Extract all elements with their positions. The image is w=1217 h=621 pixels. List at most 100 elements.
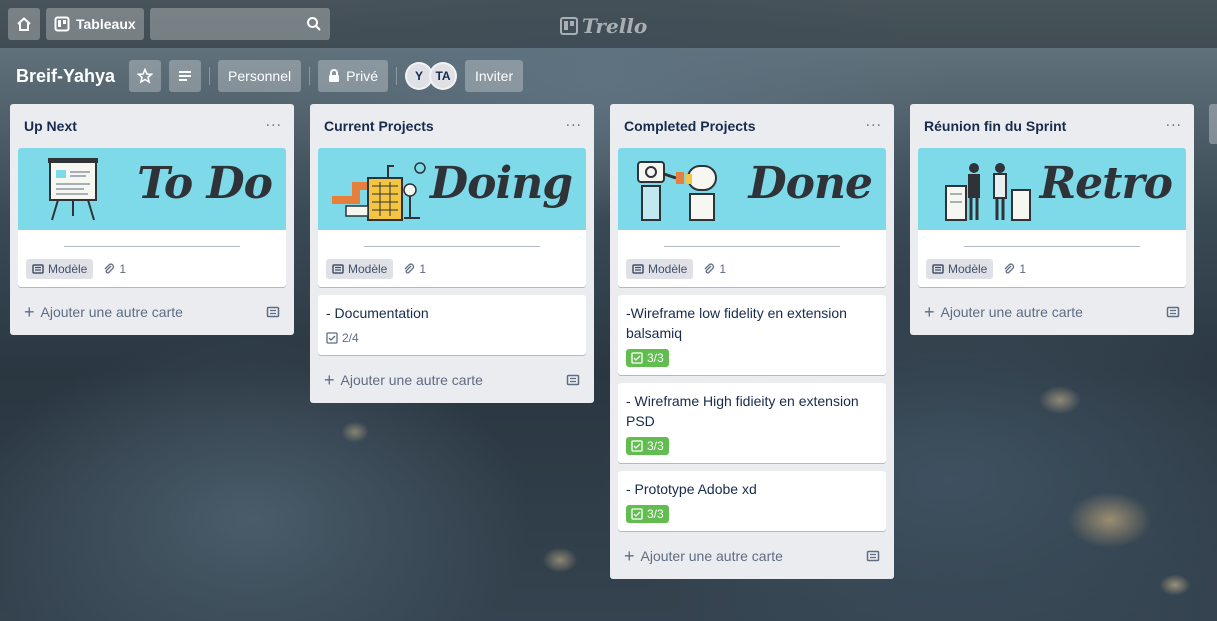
- robots-icon: [637, 161, 717, 221]
- invite-button[interactable]: Inviter: [465, 60, 524, 92]
- list-item[interactable]: - Documentation 2/4: [318, 295, 586, 355]
- list-title[interactable]: Current Projects: [324, 118, 434, 134]
- template-badge: Modèle: [626, 259, 694, 279]
- card-badges: Modèle 1: [918, 247, 1186, 287]
- add-card-label: Ajouter une autre carte: [640, 548, 783, 564]
- card-cover: Done: [618, 148, 886, 230]
- star-button[interactable]: [129, 60, 162, 92]
- list-header: Completed Projects ···: [618, 104, 886, 148]
- meeting-people-icon: [945, 163, 1031, 221]
- trello-logo[interactable]: Trello: [560, 14, 647, 38]
- avatar[interactable]: TA: [429, 62, 457, 90]
- template-icon[interactable]: [1166, 305, 1180, 319]
- attachment-count: 1: [1019, 262, 1027, 276]
- cover-word: Retro: [1039, 158, 1173, 209]
- card-cover: Doing: [318, 148, 586, 230]
- checklist-count: 3/3: [647, 439, 664, 453]
- checklist-badge: 3/3: [626, 349, 669, 367]
- menu-icon: [179, 71, 192, 81]
- template-card[interactable]: Done Modèle 1: [618, 148, 886, 287]
- add-card-button[interactable]: + Ajouter une autre carte: [918, 295, 1186, 329]
- plus-icon: +: [324, 369, 335, 390]
- card-badges: Modèle 1: [318, 247, 586, 287]
- board-menu-button[interactable]: [169, 60, 202, 92]
- list-header: Current Projects ···: [318, 104, 586, 148]
- template-icon[interactable]: [866, 549, 880, 563]
- cover-word: Doing: [430, 158, 573, 209]
- template-icon[interactable]: [266, 305, 280, 319]
- template-label: Modèle: [48, 262, 88, 276]
- list-header: Up Next ···: [18, 104, 286, 148]
- star-icon: [137, 68, 154, 84]
- checklist-count: 3/3: [647, 507, 664, 521]
- boards-label: Tableaux: [76, 16, 136, 32]
- card-title: - Documentation: [326, 305, 429, 321]
- template-icon: [332, 264, 344, 274]
- list-item[interactable]: - Wireframe High fidieity en extension P…: [618, 383, 886, 463]
- visibility-button[interactable]: Privé: [318, 60, 388, 92]
- list-reunion-fin-du-sprint: Réunion fin du Sprint ··· Retro Modèle 1…: [910, 104, 1194, 335]
- separator: [396, 67, 397, 85]
- card-badges: Modèle 1: [18, 247, 286, 287]
- lists-container: Up Next ··· To Do Modèle 1 + Ajouter une…: [10, 104, 1194, 579]
- attachment-count: 1: [419, 262, 427, 276]
- template-icon[interactable]: [566, 373, 580, 387]
- attachment-icon: [1004, 263, 1015, 274]
- home-button[interactable]: [8, 8, 40, 40]
- plus-icon: +: [24, 301, 35, 322]
- boards-button[interactable]: Tableaux: [46, 8, 144, 40]
- template-badge: Modèle: [926, 259, 994, 279]
- list-up-next: Up Next ··· To Do Modèle 1 + Ajouter une…: [10, 104, 294, 335]
- checklist-count: 3/3: [647, 351, 664, 365]
- checklist-icon: [631, 508, 643, 520]
- template-card[interactable]: To Do Modèle 1: [18, 148, 286, 287]
- separator: [209, 67, 211, 85]
- template-card[interactable]: Retro Modèle 1: [918, 148, 1186, 287]
- attachment-icon: [704, 263, 715, 274]
- search-input[interactable]: [149, 8, 330, 40]
- next-list-stub[interactable]: [1209, 104, 1217, 144]
- boards-icon: [54, 16, 70, 32]
- template-card[interactable]: Doing Modèle 1: [318, 148, 586, 287]
- checklist-icon: [631, 352, 643, 364]
- home-icon: [17, 17, 31, 31]
- checklist-icon: [631, 440, 643, 452]
- list-menu-icon[interactable]: ···: [1166, 118, 1182, 134]
- template-label: Modèle: [948, 262, 988, 276]
- checklist-badge: 2/4: [326, 329, 364, 347]
- board-title[interactable]: Breif-Yahya: [10, 66, 121, 87]
- template-label: Modèle: [648, 262, 688, 276]
- list-title[interactable]: Completed Projects: [624, 118, 755, 134]
- list-header: Réunion fin du Sprint ···: [918, 104, 1186, 148]
- list-menu-icon[interactable]: ···: [266, 118, 282, 134]
- card-title: - Wireframe High fidieity en extension P…: [626, 393, 859, 429]
- list-menu-icon[interactable]: ···: [866, 118, 882, 134]
- template-icon: [932, 264, 944, 274]
- add-card-button[interactable]: + Ajouter une autre carte: [318, 363, 586, 397]
- members-list: Y TA: [405, 62, 457, 90]
- template-label: Modèle: [348, 262, 388, 276]
- list-menu-icon[interactable]: ···: [566, 118, 582, 134]
- board-header: Breif-Yahya Personnel Privé Y TA Inviter: [0, 56, 1217, 96]
- attachment-count: 1: [719, 262, 727, 276]
- presentation-board-icon: [48, 158, 98, 221]
- add-card-label: Ajouter une autre carte: [40, 304, 183, 320]
- list-item[interactable]: -Wireframe low fidelity en extension bal…: [618, 295, 886, 375]
- attachment-icon: [404, 263, 415, 274]
- template-badge: Modèle: [26, 259, 94, 279]
- checklist-icon: [326, 332, 338, 344]
- card-title: -Wireframe low fidelity en extension bal…: [626, 305, 847, 341]
- checklist-count: 2/4: [342, 331, 359, 345]
- add-card-button[interactable]: + Ajouter une autre carte: [618, 539, 886, 573]
- template-badge: Modèle: [326, 259, 394, 279]
- attachment-badge: 1: [103, 262, 126, 276]
- list-title[interactable]: Up Next: [24, 118, 77, 134]
- template-icon: [32, 264, 44, 274]
- logo-text: Trello: [582, 14, 648, 38]
- attachment-icon: [104, 263, 115, 274]
- add-card-button[interactable]: + Ajouter une autre carte: [18, 295, 286, 329]
- team-button[interactable]: Personnel: [218, 60, 302, 92]
- list-title[interactable]: Réunion fin du Sprint: [924, 118, 1066, 134]
- list-item[interactable]: - Prototype Adobe xd 3/3: [618, 471, 886, 531]
- attachment-badge: 1: [703, 262, 726, 276]
